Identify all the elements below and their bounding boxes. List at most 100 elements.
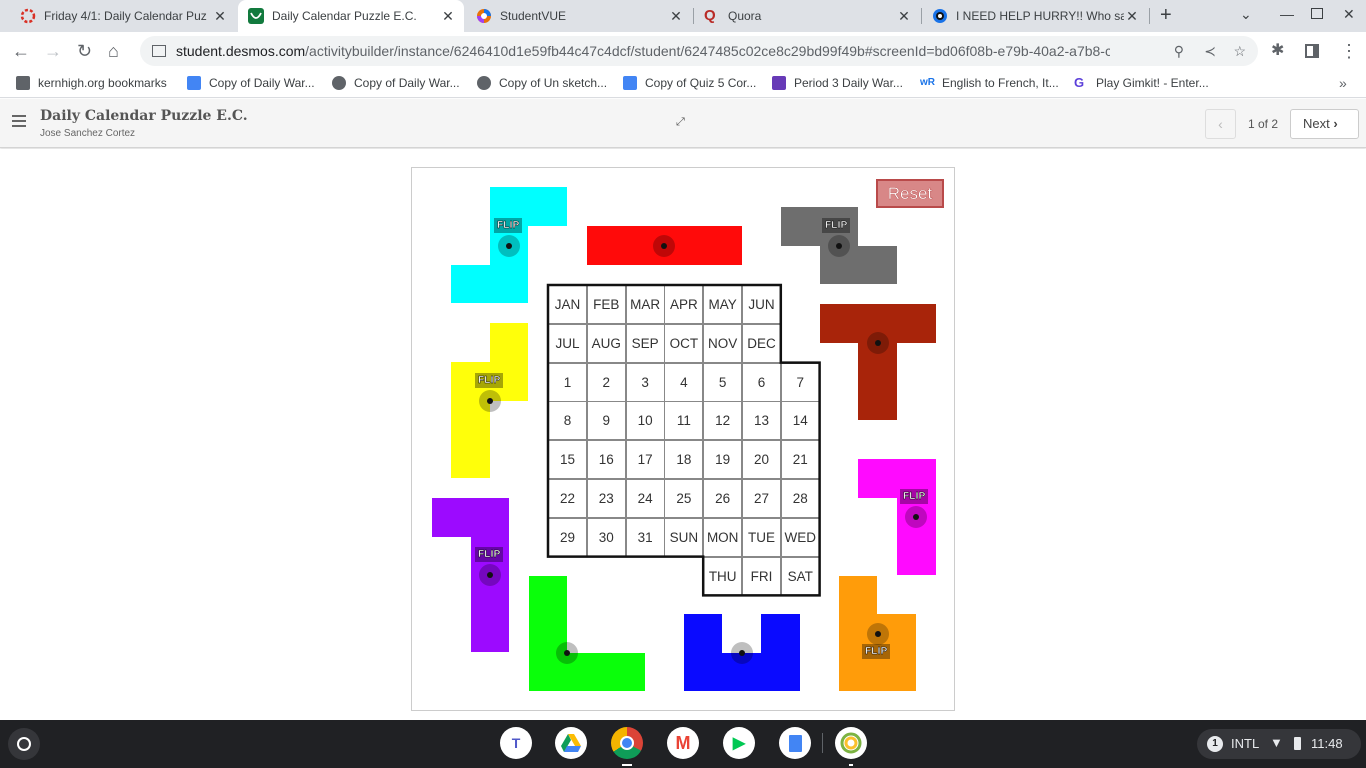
fullscreen-icon[interactable]: ⤢ [676,116,689,129]
close-tab-icon[interactable]: ✕ [440,8,456,25]
tab-1[interactable]: Daily Calendar Puzzle E.C. ✕ [238,0,464,32]
bookmark-1[interactable]: Copy of Daily War... [187,76,315,90]
reload-icon[interactable]: ↻ [77,41,92,61]
calendar-cell: 8 [548,401,587,441]
more-bookmarks-button[interactable]: » [1339,75,1347,91]
calendar-cell: 6 [742,362,781,402]
calendar-cell: 12 [703,401,743,441]
bookmark-label: Play Gimkit! - Enter... [1096,76,1209,90]
rotate-handle-icon[interactable] [479,564,501,586]
back-icon[interactable]: ← [12,41,30,61]
tab-3[interactable]: Q Quora ✕ [694,0,920,32]
piece-block[interactable] [529,576,567,691]
rotate-handle-icon[interactable] [556,642,578,664]
piece-block[interactable] [858,343,897,420]
side-panel-icon[interactable] [1305,44,1319,58]
bookmark-3[interactable]: Copy of Un sketch... [477,76,607,90]
drive-app-icon[interactable] [555,727,587,759]
teams-app-icon[interactable]: T [500,727,532,759]
piece-block[interactable] [451,265,528,303]
flip-button[interactable]: FLIP [900,489,929,504]
calendar-cell: 22 [548,479,587,518]
gmail-app-icon[interactable]: M [667,727,699,759]
previous-button[interactable]: ‹ [1205,109,1236,139]
calendar-cell: JUL [548,323,587,363]
hamburger-menu-icon[interactable] [12,115,26,127]
page-info-icon[interactable] [152,45,166,57]
rotate-handle-icon[interactable] [498,235,520,257]
status-tray[interactable]: 1 INTL ▼ 11:48 [1197,729,1361,759]
calendar-cell: 7 [780,362,820,402]
piece-block[interactable] [684,614,722,691]
home-icon[interactable]: ⌂ [108,41,119,61]
chrome-app-icon[interactable] [611,727,643,759]
tab-strip: Friday 4/1: Daily Calendar Puz ✕ Daily C… [0,0,1366,32]
rotate-handle-icon[interactable] [828,235,850,257]
calendar-cell: WED [780,517,820,557]
piece-block[interactable] [567,653,645,691]
bookmark-7[interactable]: G Play Gimkit! - Enter... [1074,76,1209,91]
reset-button[interactable]: Reset [876,179,944,208]
close-tab-icon[interactable]: ✕ [896,8,912,25]
calendar-cell: DEC [742,323,781,363]
brainly-icon [932,8,948,24]
bookmark-4[interactable]: Copy of Quiz 5 Cor... [623,76,756,90]
timer-app-icon[interactable] [835,727,867,759]
zoom-icon[interactable]: ⚲ [1174,43,1184,60]
tab-2[interactable]: StudentVUE ✕ [466,0,692,32]
wordreference-icon: wR [920,77,935,88]
page-indicator: 1 of 2 [1248,117,1279,131]
close-tab-icon[interactable]: ✕ [668,8,684,25]
flip-button[interactable]: FLIP [862,644,891,659]
close-window-icon[interactable]: ✕ [1343,6,1355,23]
bookmark-6[interactable]: wR English to French, It... [920,76,1059,90]
rotate-handle-icon[interactable] [479,390,501,412]
calendar-cell: 4 [664,362,704,402]
calendar-cell: 14 [780,401,820,441]
restore-icon[interactable] [1311,8,1323,19]
new-tab-button[interactable]: + [1160,4,1172,27]
flip-button[interactable]: FLIP [494,218,523,233]
next-button[interactable]: Next › [1290,109,1359,139]
extensions-icon[interactable]: ✱ [1271,41,1284,61]
close-tab-icon[interactable]: ✕ [212,8,228,25]
bookmark-0[interactable]: kernhigh.org bookmarks [16,76,167,90]
close-tab-icon[interactable]: ✕ [1124,8,1140,25]
notification-count[interactable]: 1 [1207,736,1223,752]
folder-icon [16,76,30,90]
rotate-handle-icon[interactable] [905,506,927,528]
play-store-app-icon[interactable]: ▶ [723,727,755,759]
tab-4[interactable]: I NEED HELP HURRY!! Who sa ✕ [922,0,1148,32]
calendar-cell: 13 [742,401,781,441]
forward-icon[interactable]: → [44,41,62,61]
tab-title: I NEED HELP HURRY!! Who sa [956,9,1124,23]
menu-icon[interactable]: ⋮ [1340,41,1358,61]
piece-block[interactable] [761,614,800,691]
launcher-button[interactable] [8,728,40,760]
docs-app-icon[interactable] [779,727,811,759]
battery-icon [1294,737,1301,750]
share-icon[interactable]: ≺ [1204,43,1216,60]
bookmark-star-icon[interactable]: ☆ [1233,43,1246,60]
tab-0[interactable]: Friday 4/1: Daily Calendar Puz ✕ [10,0,236,32]
calendar-cell: 10 [625,401,665,441]
piece-block[interactable] [432,498,509,537]
minimize-icon[interactable]: — [1280,6,1294,22]
flip-button[interactable]: FLIP [822,218,851,233]
calendar-cell: AUG [586,323,626,363]
piece-block[interactable] [490,323,528,401]
calendar-cell: 20 [742,440,781,480]
calendar-cell: 3 [625,362,665,402]
flip-button[interactable]: FLIP [475,547,504,562]
calendar-cell: 26 [703,479,743,518]
rotate-handle-icon[interactable] [867,623,889,645]
bookmark-5[interactable]: Period 3 Daily War... [772,76,903,90]
rotate-handle-icon[interactable] [867,332,889,354]
flip-button[interactable]: FLIP [475,373,504,388]
bookmark-2[interactable]: Copy of Daily War... [332,76,460,90]
tab-search-icon[interactable]: ⌄ [1240,6,1252,23]
input-method[interactable]: INTL [1231,736,1259,751]
rotate-handle-icon[interactable] [653,235,675,257]
rotate-handle-icon[interactable] [731,642,753,664]
address-bar[interactable]: student.desmos.com/activitybuilder/insta… [140,36,1258,66]
